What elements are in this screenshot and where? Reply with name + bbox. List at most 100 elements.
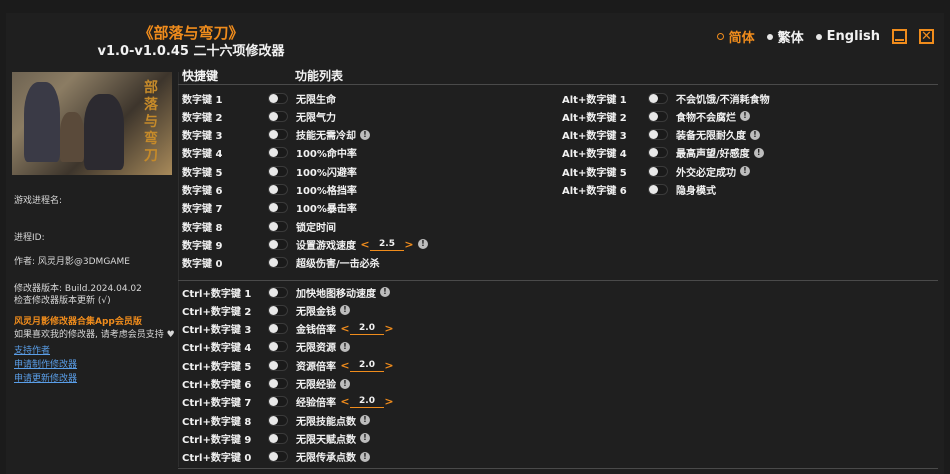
hotkey-label: Ctrl+数字键 2	[182, 306, 252, 318]
hotkey-row: Ctrl+数字键 5 资源倍率 <2.0 >	[182, 356, 394, 374]
increase-arrow-icon[interactable]: >	[384, 322, 394, 335]
warning-icon[interactable]: !	[753, 147, 764, 158]
support-author-link[interactable]: 支持作者	[14, 343, 50, 356]
toggle-switch[interactable]	[268, 92, 288, 104]
value-stepper: <2.0 >	[340, 322, 394, 336]
toggle-switch[interactable]	[268, 238, 288, 250]
hotkey-row: 数字键 4 100%命中率	[182, 144, 357, 162]
toggle-switch[interactable]	[268, 147, 288, 159]
warning-icon[interactable]: !	[740, 111, 750, 122]
function-label: 设置游戏速度	[296, 240, 356, 252]
lang-english[interactable]: English	[815, 29, 880, 44]
toggle-switch[interactable]	[648, 110, 668, 122]
warning-icon[interactable]: !	[418, 239, 428, 250]
toggle-switch[interactable]	[268, 184, 288, 195]
hotkey-row: 数字键 1 无限生命	[182, 89, 336, 107]
function-label: 超级伤害/一击必杀	[296, 259, 380, 271]
toggle-switch[interactable]	[268, 202, 288, 214]
hotkey-row: 数字键 2 无限气力	[182, 107, 336, 125]
hotkey-label: Ctrl+数字键 4	[182, 343, 252, 355]
function-label: 无限气力	[296, 112, 336, 124]
warning-icon[interactable]: !	[360, 433, 370, 444]
function-label: 无限天赋点数	[296, 434, 356, 446]
app-member-link[interactable]: 风灵月影修改器合集App会员版	[14, 314, 142, 327]
toggle-switch[interactable]	[268, 129, 288, 141]
toggle-switch[interactable]	[648, 147, 668, 159]
group-divider	[178, 280, 938, 281]
hotkey-label: Ctrl+数字键 8	[182, 416, 252, 428]
toggle-switch[interactable]	[268, 220, 288, 232]
hotkey-row: 数字键 3 技能无需冷却!	[182, 126, 370, 144]
hotkey-row: Alt+数字键 1 不会饥饿/不消耗食物	[562, 89, 770, 107]
hotkey-row: Ctrl+数字键 9 无限天赋点数!	[182, 429, 370, 447]
hotkey-row: 数字键 7 100%暴击率	[182, 199, 357, 217]
warning-icon[interactable]: !	[340, 341, 350, 352]
toggle-switch[interactable]	[268, 396, 288, 408]
toggle-switch[interactable]	[268, 304, 288, 316]
process-name-label: 游戏进程名:	[14, 196, 63, 206]
warning-icon[interactable]: !	[360, 129, 370, 140]
toggle-switch[interactable]	[268, 432, 288, 444]
warning-icon[interactable]: !	[340, 305, 350, 316]
warning-icon[interactable]: !	[380, 287, 390, 297]
toggle-switch[interactable]	[268, 110, 288, 122]
toggle-switch[interactable]	[268, 286, 288, 298]
sidebar-divider	[178, 72, 179, 467]
hotkey-label: 数字键 9	[182, 240, 223, 252]
decrease-arrow-icon[interactable]: <	[360, 238, 370, 251]
function-label: 无限经验	[296, 380, 336, 391]
hotkey-label: Alt+数字键 5	[562, 167, 627, 179]
toggle-switch[interactable]	[268, 359, 288, 371]
function-label: 经验倍率	[296, 398, 336, 410]
warning-icon[interactable]: !	[340, 378, 350, 389]
stepper-value[interactable]: 2.0	[350, 395, 384, 409]
hotkey-row: Alt+数字键 6 隐身模式	[562, 181, 716, 199]
function-label: 最高声望/好感度	[676, 149, 750, 161]
check-update-link[interactable]: 检查修改器版本更新 (√)	[14, 293, 111, 306]
toggle-switch[interactable]	[268, 323, 288, 335]
stepper-value[interactable]: 2.0	[350, 322, 384, 336]
function-label: 资源倍率	[296, 361, 336, 373]
cover-logo: 部落与弯刀	[144, 80, 158, 164]
hotkey-label: Ctrl+数字键 3	[182, 325, 252, 337]
function-label: 技能无需冷却	[296, 131, 356, 143]
stepper-value[interactable]: 2.5	[370, 238, 404, 251]
warning-icon[interactable]: !	[360, 451, 370, 462]
hotkey-label: Ctrl+数字键 1	[182, 288, 252, 300]
hotkey-label: Ctrl+数字键 9	[182, 434, 252, 446]
lang-traditional[interactable]: 繁体	[766, 27, 804, 46]
warning-icon[interactable]: !	[750, 129, 760, 140]
toggle-switch[interactable]	[268, 257, 288, 269]
toggle-switch[interactable]	[648, 184, 668, 195]
function-label: 无限技能点数	[296, 416, 356, 428]
minimize-icon[interactable]	[892, 29, 907, 44]
increase-arrow-icon[interactable]: >	[384, 359, 394, 372]
toggle-switch[interactable]	[648, 92, 668, 104]
toggle-switch[interactable]	[648, 129, 668, 141]
toggle-switch[interactable]	[648, 165, 668, 177]
close-icon[interactable]: ✕	[919, 29, 934, 44]
toggle-switch[interactable]	[268, 165, 288, 177]
radio-selected-icon	[716, 33, 724, 40]
request-update-link[interactable]: 申请更新修改器	[14, 371, 77, 384]
decrease-arrow-icon[interactable]: <	[340, 395, 350, 408]
stepper-value[interactable]: 2.0	[350, 359, 384, 372]
function-label: 金钱倍率	[296, 325, 336, 337]
increase-arrow-icon[interactable]: >	[384, 395, 394, 408]
toggle-switch[interactable]	[268, 378, 288, 389]
increase-arrow-icon[interactable]: >	[404, 238, 414, 251]
decrease-arrow-icon[interactable]: <	[340, 359, 350, 372]
toggle-switch[interactable]	[268, 341, 288, 353]
version-label: v1.0-v1.0.45 二十六项修改器	[97, 44, 285, 59]
function-label: 100%暴击率	[296, 204, 357, 216]
toggle-switch[interactable]	[268, 414, 288, 426]
warning-icon[interactable]: !	[360, 415, 370, 426]
decrease-arrow-icon[interactable]: <	[340, 322, 350, 335]
request-trainer-link[interactable]: 申请制作修改器	[14, 357, 77, 370]
lang-simplified[interactable]: 简体	[716, 27, 755, 46]
hotkey-row: Alt+数字键 4 最高声望/好感度!	[562, 144, 764, 162]
toggle-switch[interactable]	[268, 451, 288, 463]
function-label: 100%格挡率	[296, 186, 357, 197]
warning-icon[interactable]: !	[740, 166, 750, 177]
hotkey-label: Alt+数字键 3	[562, 131, 627, 143]
